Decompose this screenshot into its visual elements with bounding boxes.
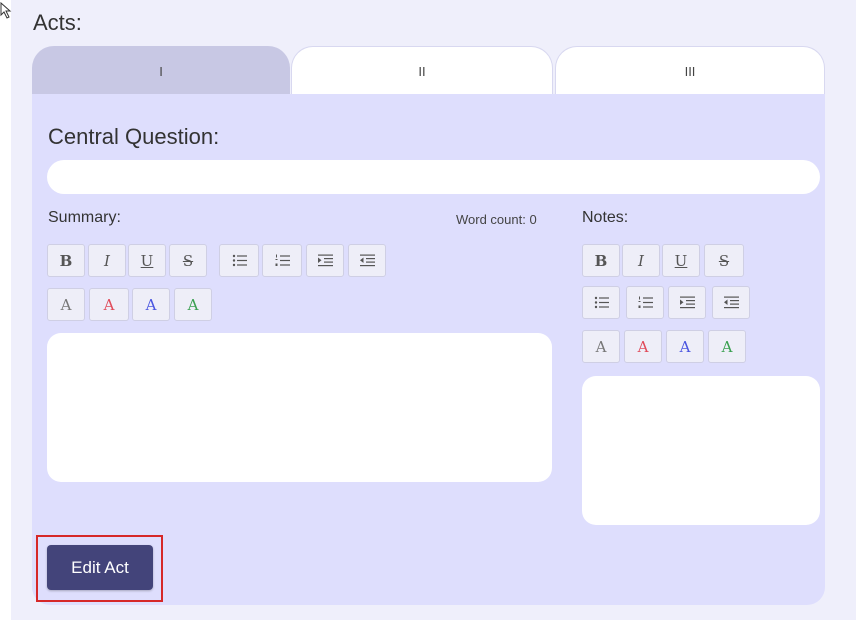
notes-numbered-list-button[interactable] bbox=[626, 286, 664, 319]
summary-indent-button[interactable] bbox=[306, 244, 344, 277]
tab-act-3[interactable]: III bbox=[555, 46, 825, 94]
notes-label: Notes: bbox=[582, 209, 629, 226]
underline-icon: U bbox=[674, 251, 688, 270]
notes-outdent-button[interactable] bbox=[712, 286, 750, 319]
numbered-list-icon bbox=[275, 254, 290, 266]
act-panel: Central Question: Summary: Word count: 0… bbox=[32, 94, 825, 605]
underline-icon: U bbox=[140, 251, 154, 270]
notes-color-red-button[interactable]: A bbox=[624, 330, 662, 363]
tab-act-1[interactable]: I bbox=[32, 46, 290, 94]
font-color-icon: A bbox=[679, 337, 691, 356]
summary-color-blue-button[interactable]: A bbox=[132, 288, 170, 321]
indent-icon bbox=[317, 254, 333, 267]
notes-color-green-button[interactable]: A bbox=[708, 330, 746, 363]
notes-editor[interactable] bbox=[582, 376, 820, 525]
font-color-icon: A bbox=[595, 337, 607, 356]
summary-label: Summary: bbox=[48, 209, 121, 226]
notes-bold-button[interactable]: B bbox=[582, 244, 620, 277]
word-count: Word count: 0 bbox=[456, 212, 537, 227]
central-question-input[interactable] bbox=[47, 160, 820, 194]
summary-strike-button[interactable]: S bbox=[169, 244, 207, 277]
summary-outdent-button[interactable] bbox=[348, 244, 386, 277]
notes-bullet-list-button[interactable] bbox=[582, 286, 620, 319]
font-color-icon: A bbox=[637, 337, 649, 356]
bullet-list-icon bbox=[232, 254, 247, 267]
mouse-cursor-icon bbox=[0, 2, 12, 19]
summary-bold-button[interactable]: B bbox=[47, 244, 85, 277]
central-question-label: Central Question: bbox=[48, 124, 220, 149]
bullet-list-icon bbox=[594, 296, 609, 309]
notes-strike-button[interactable]: S bbox=[704, 244, 744, 277]
font-color-icon: A bbox=[721, 337, 733, 356]
outdent-icon bbox=[359, 254, 375, 267]
outdent-icon bbox=[723, 296, 739, 309]
summary-numbered-list-button[interactable] bbox=[262, 244, 302, 277]
tab-act-2[interactable]: II bbox=[291, 46, 553, 94]
italic-icon: I bbox=[104, 251, 110, 270]
summary-color-green-button[interactable]: A bbox=[174, 288, 212, 321]
summary-color-gray-button[interactable]: A bbox=[47, 288, 85, 321]
font-color-icon: A bbox=[187, 295, 199, 314]
summary-color-red-button[interactable]: A bbox=[89, 288, 129, 321]
italic-icon: I bbox=[638, 251, 644, 270]
acts-heading: Acts: bbox=[33, 10, 82, 35]
notes-color-gray-button[interactable]: A bbox=[582, 330, 620, 363]
notes-italic-button[interactable]: I bbox=[622, 244, 660, 277]
notes-color-blue-button[interactable]: A bbox=[666, 330, 704, 363]
notes-underline-button[interactable]: U bbox=[662, 244, 700, 277]
strikethrough-icon: S bbox=[182, 251, 194, 270]
bold-icon: B bbox=[594, 251, 608, 270]
notes-indent-button[interactable] bbox=[668, 286, 706, 319]
strikethrough-icon: S bbox=[718, 251, 730, 270]
font-color-icon: A bbox=[60, 295, 72, 314]
indent-icon bbox=[679, 296, 695, 309]
summary-editor[interactable] bbox=[47, 333, 552, 482]
edit-act-button[interactable]: Edit Act bbox=[47, 545, 153, 590]
act-tabs: I II III bbox=[32, 46, 825, 94]
bold-icon: B bbox=[59, 251, 73, 270]
font-color-icon: A bbox=[145, 295, 157, 314]
font-color-icon: A bbox=[103, 295, 115, 314]
summary-underline-button[interactable]: U bbox=[128, 244, 166, 277]
summary-italic-button[interactable]: I bbox=[88, 244, 126, 277]
summary-bullet-list-button[interactable] bbox=[219, 244, 259, 277]
numbered-list-icon bbox=[638, 296, 653, 308]
